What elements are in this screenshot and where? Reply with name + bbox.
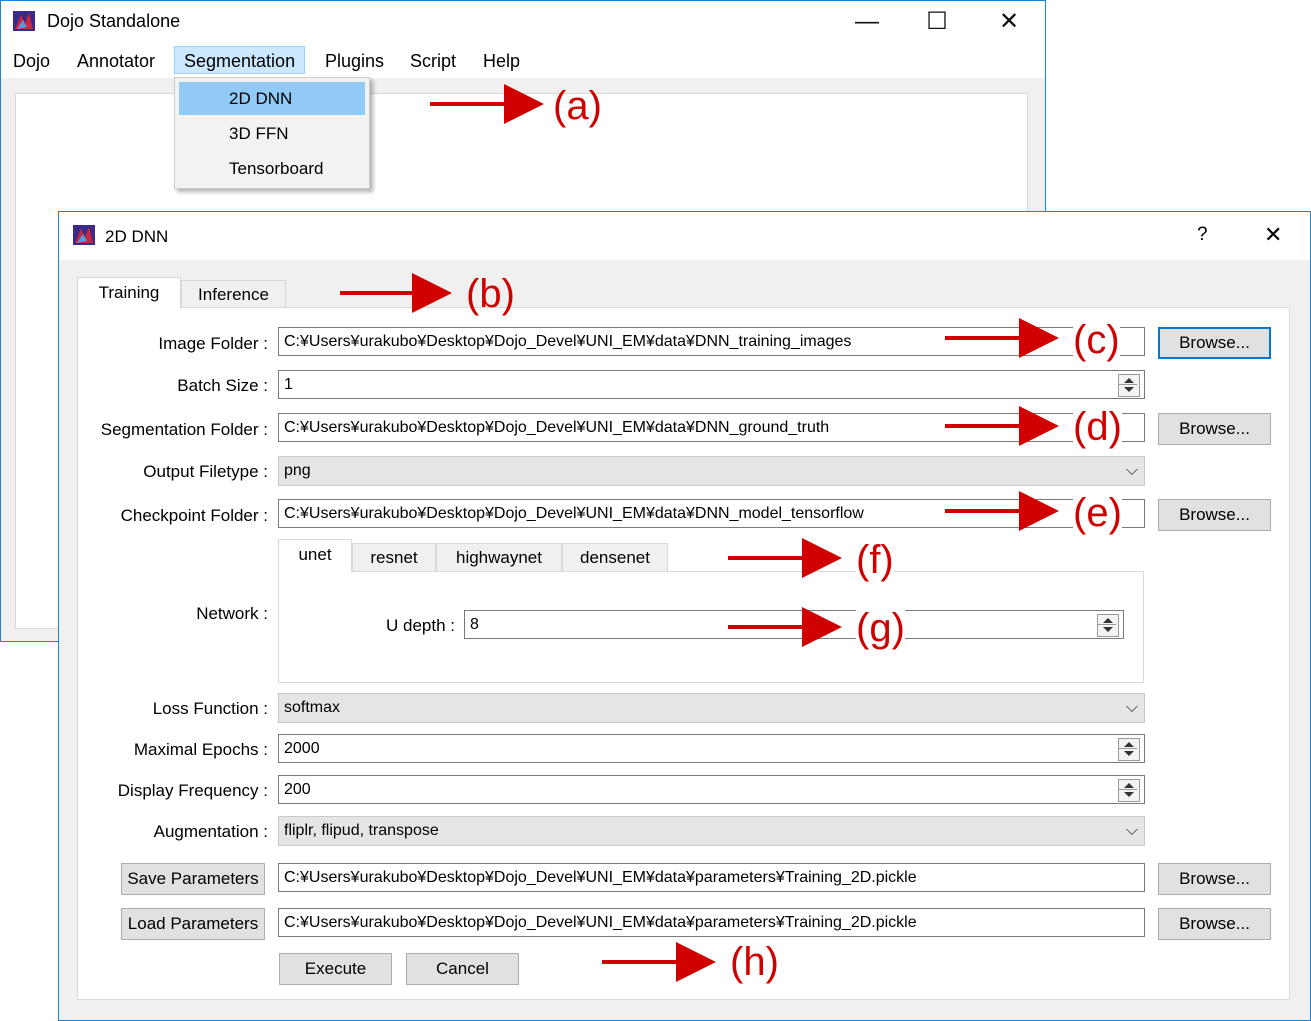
output-filetype-value: png	[284, 462, 311, 479]
chevron-down-icon: ⌵	[1125, 462, 1138, 479]
menu-script[interactable]: Script	[401, 47, 465, 75]
image-folder-label: Image Folder :	[158, 334, 268, 353]
dojo-app-icon	[73, 225, 95, 245]
augmentation-label: Augmentation :	[153, 822, 268, 841]
cancel-button[interactable]: Cancel	[406, 953, 519, 985]
annotation-label-f: (f)	[856, 538, 894, 582]
chevron-down-icon: ⌵	[1125, 699, 1138, 716]
segmentation-folder-label: Segmentation Folder :	[100, 420, 268, 439]
annotation-label-h: (h)	[730, 940, 779, 984]
menubar: Dojo Annotator Segmentation Plugins Scri…	[1, 43, 1045, 78]
menu-dojo[interactable]: Dojo	[4, 47, 59, 75]
dialog-title: 2D DNN	[105, 227, 169, 246]
menu-item-3d-ffn[interactable]: 3D FFN	[179, 117, 365, 150]
menu-annotator[interactable]: Annotator	[68, 47, 164, 75]
tab-highwaynet[interactable]: highwaynet	[436, 543, 562, 571]
maximal-epochs-label: Maximal Epochs :	[133, 740, 268, 759]
u-depth-value: 8	[470, 616, 479, 633]
maximize-button[interactable]: ☐	[914, 4, 960, 40]
u-depth-spinbox[interactable]: 8	[464, 610, 1124, 639]
u-depth-label: U depth :	[386, 616, 455, 635]
main-window-title: Dojo Standalone	[47, 11, 181, 31]
menu-plugins[interactable]: Plugins	[316, 47, 393, 75]
maximal-epochs-value: 2000	[284, 740, 320, 757]
close-button[interactable]: ✕	[986, 4, 1032, 40]
dojo-app-icon	[13, 11, 35, 31]
maximal-epochs-spinbox[interactable]: 2000	[278, 734, 1145, 763]
annotation-label-b: (b)	[466, 272, 515, 316]
load-parameters-button[interactable]: Load Parameters	[121, 908, 265, 940]
save-parameters-browse-button[interactable]: Browse...	[1158, 863, 1271, 895]
loss-function-label: Loss Function :	[152, 699, 268, 718]
tab-densenet[interactable]: densenet	[562, 543, 668, 571]
display-frequency-value: 200	[284, 781, 311, 798]
annotation-label-a: (a)	[553, 84, 602, 128]
dialog-close-button[interactable]: ✕	[1264, 222, 1282, 248]
save-parameters-input[interactable]: C:¥Users¥urakubo¥Desktop¥Dojo_Devel¥UNI_…	[278, 863, 1145, 892]
menu-item-tensorboard[interactable]: Tensorboard	[179, 152, 365, 185]
segmentation-folder-browse-button[interactable]: Browse...	[1158, 413, 1271, 445]
annotation-label-e: (e)	[1073, 491, 1122, 535]
image-folder-browse-button[interactable]: Browse...	[1158, 327, 1271, 359]
load-parameters-input[interactable]: C:¥Users¥urakubo¥Desktop¥Dojo_Devel¥UNI_…	[278, 908, 1145, 937]
batch-size-value: 1	[284, 376, 293, 393]
spin-arrows-icon[interactable]	[1118, 738, 1140, 761]
segmentation-dropdown: 2D DNN 3D FFN Tensorboard	[174, 77, 370, 189]
checkpoint-folder-browse-button[interactable]: Browse...	[1158, 499, 1271, 531]
menu-item-2d-dnn[interactable]: 2D DNN	[179, 82, 365, 115]
batch-size-spinbox[interactable]: 1	[278, 370, 1145, 399]
output-filetype-label: Output Filetype :	[143, 462, 268, 481]
loss-function-select[interactable]: softmax ⌵	[278, 693, 1145, 723]
load-parameters-browse-button[interactable]: Browse...	[1158, 908, 1271, 940]
minimize-button[interactable]: —	[844, 4, 890, 40]
main-titlebar[interactable]: Dojo Standalone — ☐ ✕	[1, 1, 1045, 43]
display-frequency-label: Display Frequency :	[117, 781, 268, 800]
chevron-down-icon: ⌵	[1125, 822, 1138, 839]
spin-arrows-icon[interactable]	[1118, 374, 1140, 397]
tab-inference[interactable]: Inference	[181, 280, 286, 308]
image-folder-input[interactable]: C:¥Users¥urakubo¥Desktop¥Dojo_Devel¥UNI_…	[278, 327, 1145, 356]
annotation-label-c: (c)	[1073, 318, 1120, 362]
annotation-label-g: (g)	[856, 606, 905, 650]
spin-arrows-icon[interactable]	[1097, 614, 1119, 637]
segmentation-folder-input[interactable]: C:¥Users¥urakubo¥Desktop¥Dojo_Devel¥UNI_…	[278, 413, 1145, 442]
dnn-dialog: 2D DNN ? ✕ Training Inference Image Fold…	[58, 211, 1311, 1021]
execute-button[interactable]: Execute	[279, 953, 392, 985]
augmentation-value: fliplr, flipud, transpose	[284, 822, 439, 839]
display-frequency-spinbox[interactable]: 200	[278, 775, 1145, 804]
dialog-titlebar[interactable]: 2D DNN ? ✕	[59, 212, 1310, 260]
augmentation-select[interactable]: fliplr, flipud, transpose ⌵	[278, 816, 1145, 846]
checkpoint-folder-input[interactable]: C:¥Users¥urakubo¥Desktop¥Dojo_Devel¥UNI_…	[278, 499, 1145, 528]
output-filetype-select[interactable]: png ⌵	[278, 456, 1145, 486]
network-tab-panel: U depth : 8	[278, 571, 1144, 683]
network-label: Network :	[196, 604, 268, 623]
tab-unet[interactable]: unet	[278, 539, 352, 572]
spin-arrows-icon[interactable]	[1118, 779, 1140, 802]
tab-training[interactable]: Training	[77, 277, 181, 309]
save-parameters-button[interactable]: Save Parameters	[121, 863, 265, 895]
help-button[interactable]: ?	[1197, 224, 1208, 246]
tab-resnet[interactable]: resnet	[352, 543, 436, 571]
loss-function-value: softmax	[284, 699, 341, 716]
batch-size-label: Batch Size :	[177, 376, 268, 395]
menu-help[interactable]: Help	[474, 47, 529, 75]
annotation-label-d: (d)	[1073, 405, 1122, 449]
menu-segmentation[interactable]: Segmentation	[174, 46, 306, 74]
checkpoint-folder-label: Checkpoint Folder :	[120, 506, 268, 525]
